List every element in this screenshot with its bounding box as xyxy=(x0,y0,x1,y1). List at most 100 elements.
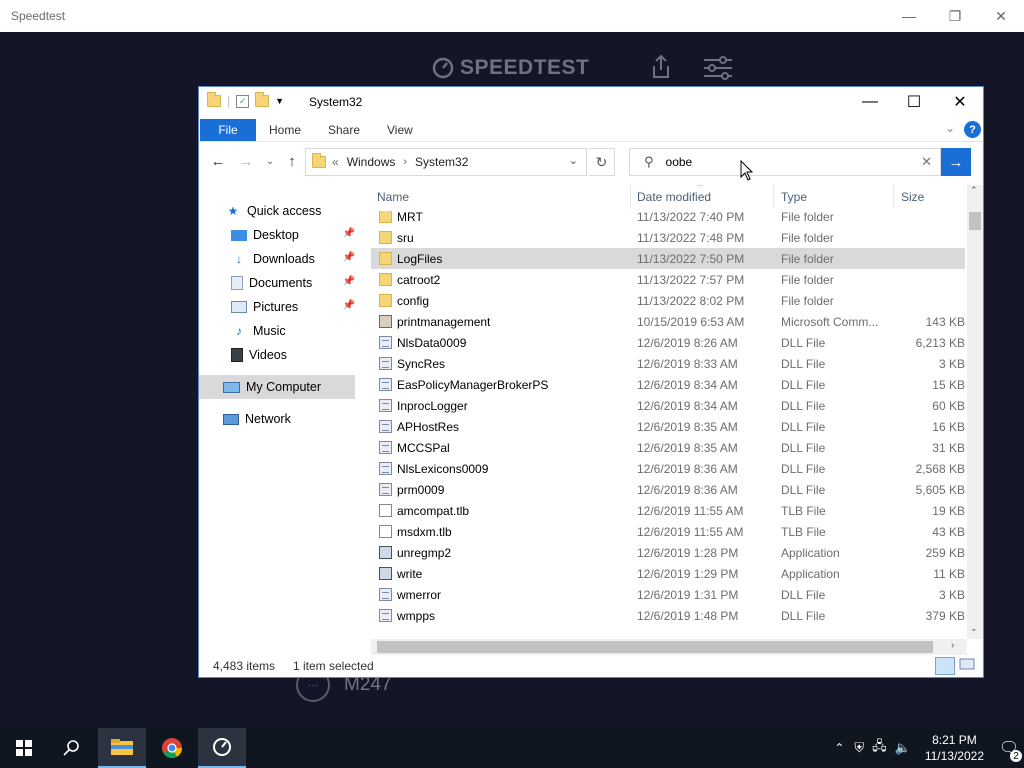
file-row[interactable]: NlsLexicons0009 12/6/2019 8:36 AM DLL File… xyxy=(371,458,965,479)
file-row[interactable]: EasPolicyManagerBrokerPS 12/6/2019 8:34 A… xyxy=(371,374,965,395)
column-divider[interactable] xyxy=(773,185,774,207)
vertical-scroll-thumb[interactable] xyxy=(969,212,981,230)
settings-sliders-icon[interactable] xyxy=(703,55,733,81)
tab-file[interactable]: File xyxy=(200,119,256,141)
file-row[interactable]: InprocLogger 12/6/2019 8:34 AM DLL File 60 … xyxy=(371,395,965,416)
nav-desktop[interactable]: Desktop 📌 xyxy=(199,223,355,247)
pin-icon[interactable]: 📌 xyxy=(343,276,355,287)
nav-videos[interactable]: Videos xyxy=(199,343,355,367)
vertical-scrollbar[interactable]: ⌃ ⌄ xyxy=(967,185,983,639)
file-row[interactable]: write 12/6/2019 1:29 PM Application 11 KB xyxy=(371,563,965,584)
nav-quick-access[interactable]: ★ Quick access xyxy=(199,199,355,223)
nav-my-computer[interactable]: My Computer xyxy=(199,375,355,399)
forward-button[interactable]: → xyxy=(235,149,257,173)
close-button[interactable]: ✕ xyxy=(978,0,1024,32)
file-size: 6,213 KB xyxy=(915,335,965,350)
security-icon[interactable]: ⛨ xyxy=(854,740,864,756)
recent-locations-button[interactable]: ⌄ xyxy=(259,149,281,173)
file-row[interactable]: LogFiles 11/13/2022 7:50 PM File folder xyxy=(371,248,965,269)
column-type[interactable]: Type xyxy=(781,190,807,204)
file-row[interactable]: wmerror 12/6/2019 1:31 PM DLL File 3 KB xyxy=(371,584,965,605)
breadcrumb-windows[interactable]: Windows xyxy=(347,155,396,169)
file-row[interactable]: APHostRes 12/6/2019 8:35 AM DLL File 16 KB xyxy=(371,416,965,437)
nav-network[interactable]: Network xyxy=(199,407,355,431)
gauge-icon xyxy=(432,57,454,79)
pin-icon[interactable]: 📌 xyxy=(343,228,355,239)
column-name[interactable]: Name xyxy=(377,190,409,204)
action-center-button[interactable]: 🗨 2 xyxy=(994,738,1024,762)
help-icon[interactable]: ? xyxy=(964,121,981,138)
pin-icon[interactable]: 📌 xyxy=(343,252,355,263)
details-view-button[interactable] xyxy=(935,657,955,675)
nav-downloads[interactable]: ↓ Downloads 📌 xyxy=(199,247,355,271)
customize-toolbar-icon[interactable]: ▼ xyxy=(275,96,284,106)
search-input[interactable] xyxy=(665,155,896,169)
horizontal-scrollbar[interactable]: › xyxy=(371,639,967,655)
chevron-right-icon[interactable]: › xyxy=(403,156,407,168)
network-tray-icon[interactable]: 🖧 xyxy=(872,737,887,759)
column-divider[interactable] xyxy=(893,185,894,207)
file-row[interactable]: sru 11/13/2022 7:48 PM File folder xyxy=(371,227,965,248)
show-hidden-icons-icon[interactable]: ⌃ xyxy=(834,741,844,755)
column-divider[interactable] xyxy=(630,185,631,207)
search-box[interactable]: ⚲ ✕ xyxy=(629,148,941,176)
explorer-close-button[interactable]: ✕ xyxy=(937,87,983,117)
file-type: DLL File xyxy=(781,482,826,497)
start-button[interactable] xyxy=(0,728,48,768)
nav-pictures[interactable]: Pictures 📌 xyxy=(199,295,355,319)
tab-view[interactable]: View xyxy=(387,123,413,137)
clock[interactable]: 8:21 PM 11/13/2022 xyxy=(925,732,984,764)
column-date-modified[interactable]: Date modified xyxy=(637,190,711,204)
taskbar-file-explorer[interactable] xyxy=(98,728,146,768)
quick-access-toolbar: | ✓ ▼ xyxy=(207,92,284,108)
breadcrumb-overflow[interactable]: « xyxy=(332,155,339,169)
file-row[interactable]: config 11/13/2022 8:02 PM File folder xyxy=(371,290,965,311)
file-row[interactable]: printmanagement 10/15/2019 6:53 AM Microso… xyxy=(371,311,965,332)
download-icon: ↓ xyxy=(236,252,242,266)
horizontal-scroll-thumb[interactable] xyxy=(377,641,933,653)
explorer-minimize-button[interactable]: — xyxy=(847,87,893,117)
file-row[interactable]: prm0009 12/6/2019 8:36 AM DLL File 5,605 KB xyxy=(371,479,965,500)
breadcrumb-system32[interactable]: System32 xyxy=(415,155,468,169)
file-type: File folder xyxy=(781,209,834,224)
scroll-up-icon[interactable]: ⌃ xyxy=(970,185,978,196)
chevron-down-icon[interactable]: ⌄ xyxy=(569,154,578,167)
new-folder-icon[interactable] xyxy=(255,92,270,107)
file-row[interactable]: MCCSPal 12/6/2019 8:35 AM DLL File 31 KB xyxy=(371,437,965,458)
volume-icon[interactable]: 🔈 xyxy=(895,740,911,756)
refresh-button[interactable]: ↻ xyxy=(589,148,615,176)
pin-icon[interactable]: 📌 xyxy=(343,300,355,311)
minimize-button[interactable]: — xyxy=(886,0,932,32)
nav-documents[interactable]: Documents 📌 xyxy=(199,271,355,295)
large-icons-view-button[interactable] xyxy=(959,657,977,675)
file-row[interactable]: catroot2 11/13/2022 7:57 PM File folder xyxy=(371,269,965,290)
expand-ribbon-icon[interactable]: ⌄ xyxy=(945,121,955,135)
properties-icon[interactable]: ✓ xyxy=(236,94,250,108)
search-go-button[interactable]: → xyxy=(941,148,971,176)
tab-home[interactable]: Home xyxy=(269,123,301,137)
up-button[interactable]: ↑ xyxy=(281,149,303,173)
file-row[interactable]: NlsData0009 12/6/2019 8:26 AM DLL File 6,21… xyxy=(371,332,965,353)
file-row[interactable]: SyncRes 12/6/2019 8:33 AM DLL File 3 KB xyxy=(371,353,965,374)
file-date: 12/6/2019 8:36 AM xyxy=(637,482,738,497)
file-row[interactable]: msdxm.tlb 12/6/2019 11:55 AM TLB File 43 KB xyxy=(371,521,965,542)
address-bar[interactable]: « Windows › System32 ⌄ xyxy=(305,148,587,176)
share-icon[interactable] xyxy=(650,54,672,80)
clear-search-icon[interactable]: ✕ xyxy=(921,154,932,170)
file-row[interactable]: unregmp2 12/6/2019 1:28 PM Application 259 … xyxy=(371,542,965,563)
back-button[interactable]: ← xyxy=(207,149,229,173)
taskbar-chrome[interactable] xyxy=(148,728,196,768)
scroll-down-icon[interactable]: ⌄ xyxy=(970,623,978,634)
scroll-right-icon[interactable]: › xyxy=(951,640,954,651)
restore-button[interactable]: ❐ xyxy=(932,0,978,32)
tab-share[interactable]: Share xyxy=(328,123,360,137)
taskbar-speedtest[interactable] xyxy=(198,728,246,768)
column-size[interactable]: Size xyxy=(901,190,924,204)
nav-music[interactable]: ♪ Music xyxy=(199,319,355,343)
explorer-maximize-button[interactable]: ☐ xyxy=(891,87,937,117)
file-date: 11/13/2022 7:57 PM xyxy=(637,272,745,287)
status-bar: 4,483 items 1 item selected xyxy=(199,655,983,677)
taskbar-search-button[interactable] xyxy=(48,728,96,768)
file-row[interactable]: wmpps 12/6/2019 1:48 PM DLL File 379 KB xyxy=(371,605,965,626)
file-row[interactable]: amcompat.tlb 12/6/2019 11:55 AM TLB File 19… xyxy=(371,500,965,521)
